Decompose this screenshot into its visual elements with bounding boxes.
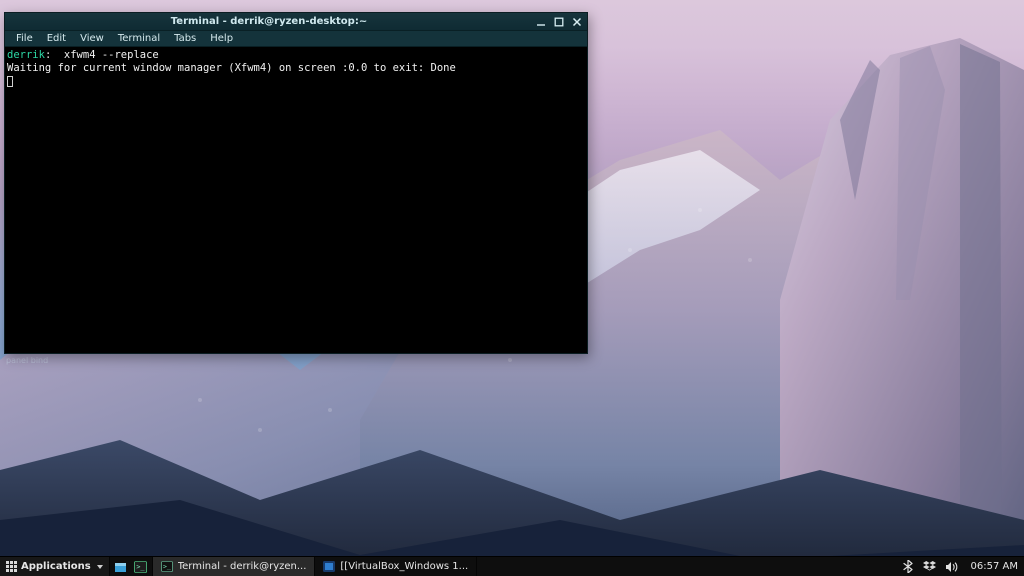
terminal-output-line: Waiting for current window manager (Xfwm… <box>7 62 456 74</box>
terminal-body[interactable]: derrik: xfwm4 --replace Waiting for curr… <box>5 47 587 353</box>
taskbar-task-terminal[interactable]: >_ Terminal - derrik@ryzen... <box>153 557 316 576</box>
applications-menu-label: Applications <box>21 561 91 572</box>
menu-view[interactable]: View <box>73 32 111 45</box>
window-minimize-button[interactable] <box>533 15 549 29</box>
menu-file[interactable]: File <box>9 32 40 45</box>
dropbox-icon[interactable] <box>923 560 937 574</box>
window-title: Terminal - derrik@ryzen-desktop:~ <box>7 16 531 27</box>
menu-help[interactable]: Help <box>203 32 240 45</box>
quick-launch-show-desktop-icon[interactable] <box>114 560 128 574</box>
window-close-button[interactable] <box>569 15 585 29</box>
menu-tabs[interactable]: Tabs <box>167 32 203 45</box>
svg-text:>_: >_ <box>163 563 171 571</box>
bluetooth-icon[interactable] <box>901 560 915 574</box>
system-tray <box>895 557 965 576</box>
taskbar-task-virtualbox[interactable]: [[VirtualBox_Windows 1... <box>315 557 477 576</box>
apps-grid-icon <box>6 561 17 572</box>
menu-edit[interactable]: Edit <box>40 32 73 45</box>
command-text: xfwm4 --replace <box>51 49 158 61</box>
applications-menu-button[interactable]: Applications <box>0 557 110 576</box>
quick-launch: >_ <box>110 557 153 576</box>
taskbar-clock[interactable]: 06:57 AM <box>965 561 1024 572</box>
chevron-down-icon <box>97 565 103 569</box>
window-menubar: File Edit View Terminal Tabs Help <box>5 31 587 47</box>
taskbar-task-label: [[VirtualBox_Windows 1... <box>340 561 468 572</box>
volume-icon[interactable] <box>945 560 959 574</box>
window-titlebar[interactable]: Terminal - derrik@ryzen-desktop:~ <box>5 13 587 31</box>
terminal-window: Terminal - derrik@ryzen-desktop:~ File E… <box>4 12 588 354</box>
quick-launch-terminal-icon[interactable]: >_ <box>134 560 148 574</box>
prompt-user: derrik <box>7 49 45 61</box>
menu-terminal[interactable]: Terminal <box>111 32 167 45</box>
stray-desktop-label: panel bind <box>6 356 48 365</box>
taskbar-task-label: Terminal - derrik@ryzen... <box>178 561 307 572</box>
terminal-cursor <box>7 76 13 87</box>
virtualbox-icon <box>323 561 335 573</box>
window-maximize-button[interactable] <box>551 15 567 29</box>
taskbar: Applications >_ >_ Terminal - derrik@ryz… <box>0 556 1024 576</box>
svg-text:>_: >_ <box>136 563 145 571</box>
terminal-icon: >_ <box>161 561 173 573</box>
